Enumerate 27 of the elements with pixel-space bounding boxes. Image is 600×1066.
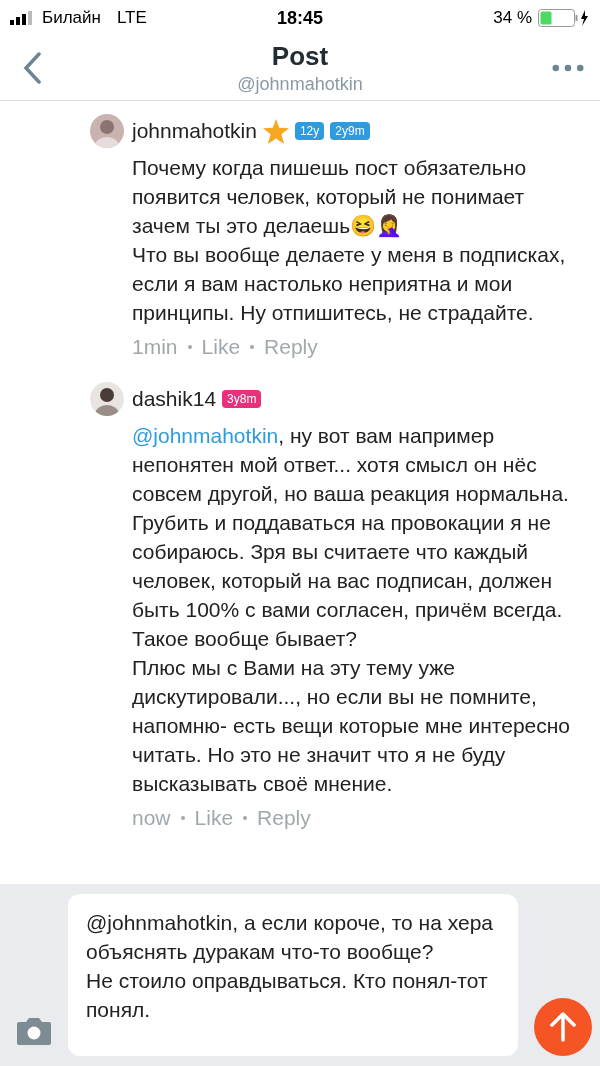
network-type: LTE: [116, 8, 147, 28]
comment-input[interactable]: @johnmahotkin, а если короче, то на хера объяснять дуракам что-то вообще? Не стоило оправдываться. Кто понял-тот понял.: [68, 894, 518, 1056]
comment-time: now: [132, 806, 171, 830]
reply-link[interactable]: Reply: [257, 806, 311, 830]
reply-link[interactable]: Reply: [264, 335, 318, 359]
like-link[interactable]: Like: [201, 335, 241, 359]
like-link[interactable]: Like: [194, 806, 234, 830]
mention-link[interactable]: @johnmahotkin: [132, 424, 279, 447]
comment-text: Почему когда пишешь пост обязательно появится человек, который не понимает зачем ты это делаешь😆🤦‍♀ Что вы вообще делаете у меня в подписках, если я вам настолько неприятна и мои принципы. Ну отпишитесь, не страдайте.: [132, 155, 567, 326]
author-name[interactable]: dashik14: [132, 387, 217, 411]
arrow-up-icon[interactable]: [550, 1012, 576, 1042]
send-button[interactable]: [534, 998, 592, 1056]
battery-icon: [538, 9, 590, 27]
comment-text: @johnmahotkin, ну вот вам например непонятен мой ответ... хотя смысл он нёс совсем другой, но ваша реакция нормальна. Грубить и поддаваться на провокации я не собираюсь. Зря вы считаете что каждый человек, который на вас подписан, должен быть 100% с вами согласен, причём всегда. Такое вообще бывает? Плюс мы с Вами на эту тему уже дискутировали..., но если вы не помните, напомню- есть вещи которые мне интересно читать. Но это не значит что я не буду высказывать своё мнение.: [132, 423, 572, 797]
tenure-tag: 2y9m: [330, 122, 370, 140]
page-subtitle: @johnmahotkin: [237, 74, 363, 95]
tenure-tag: 12y: [294, 122, 325, 140]
author-name[interactable]: johnmahotkin: [132, 119, 257, 143]
clock-time: 18:45: [277, 7, 324, 29]
page-title: Post: [271, 41, 329, 72]
tenure-tag: 3y8m: [222, 390, 262, 408]
camera-icon[interactable]: [16, 1016, 52, 1046]
carrier-name: Билайн: [42, 8, 101, 28]
more-icon[interactable]: [552, 64, 584, 72]
battery-percent: 34 %: [493, 8, 532, 28]
comment-time: 1min: [132, 335, 178, 359]
back-icon[interactable]: [23, 52, 41, 84]
